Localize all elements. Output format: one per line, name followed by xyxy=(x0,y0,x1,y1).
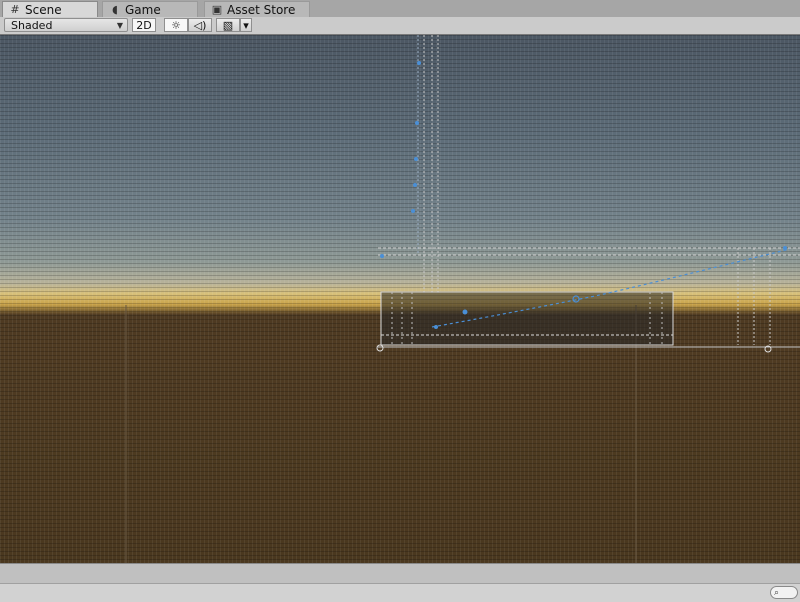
scene-viewport[interactable] xyxy=(0,35,800,563)
tab-asset-store-label: Asset Store xyxy=(227,2,296,17)
status-strip: ⌕ xyxy=(0,583,800,602)
corner-handle xyxy=(376,344,384,352)
unity-editor-window: # Scene ◖ Game ▣ Asset Store Shaded ▼ 2D… xyxy=(0,0,800,602)
chevron-down-icon: ▾ xyxy=(243,18,249,32)
scene-gizmos xyxy=(125,35,800,563)
scene-audio-toggle[interactable]: ◁) xyxy=(188,18,212,32)
search-icon: ⌕ xyxy=(774,587,780,598)
2d-mode-label: 2D xyxy=(136,18,152,32)
tab-scene-label: Scene xyxy=(25,2,62,17)
gizmo-point xyxy=(783,246,787,250)
2d-mode-toggle[interactable]: 2D xyxy=(132,18,156,32)
gizmo-point xyxy=(462,309,468,315)
scene-lighting-toggle[interactable]: ☼ xyxy=(164,18,188,32)
gizmo-point xyxy=(415,121,419,125)
sun-icon: ☼ xyxy=(171,18,181,32)
gizmo-point xyxy=(380,254,384,258)
gizmo-point xyxy=(411,209,415,213)
view-tab-bar: # Scene ◖ Game ▣ Asset Store xyxy=(0,0,800,18)
gizmo-point xyxy=(434,325,438,329)
gizmo-point xyxy=(414,157,418,161)
pacman-icon: ◖ xyxy=(112,2,118,16)
speaker-icon: ◁) xyxy=(193,18,207,32)
tab-game-label: Game xyxy=(125,2,161,17)
tab-asset-store[interactable]: ▣ Asset Store xyxy=(204,1,310,17)
bottom-panel: ⌕ xyxy=(0,563,800,602)
tab-scene[interactable]: # Scene xyxy=(2,1,98,17)
chevron-down-icon: ▼ xyxy=(116,20,123,30)
gizmo-point xyxy=(417,61,421,65)
gizmo-point xyxy=(413,183,417,187)
shading-mode-dropdown[interactable]: Shaded ▼ xyxy=(4,18,128,32)
selection-box xyxy=(380,291,674,346)
scene-toolbar: Shaded ▼ 2D ☼ ◁) ▧ ▾ xyxy=(0,17,800,35)
scene-effects-toggle[interactable]: ▧ xyxy=(216,18,240,32)
image-icon: ▧ xyxy=(222,18,234,32)
shopping-bag-icon: ▣ xyxy=(211,2,223,16)
grid-icon: # xyxy=(10,2,20,16)
tab-game[interactable]: ◖ Game xyxy=(102,1,198,17)
search-input[interactable]: ⌕ xyxy=(770,586,798,599)
shading-mode-value: Shaded xyxy=(11,18,53,32)
scene-effects-dropdown[interactable]: ▾ xyxy=(240,18,252,32)
